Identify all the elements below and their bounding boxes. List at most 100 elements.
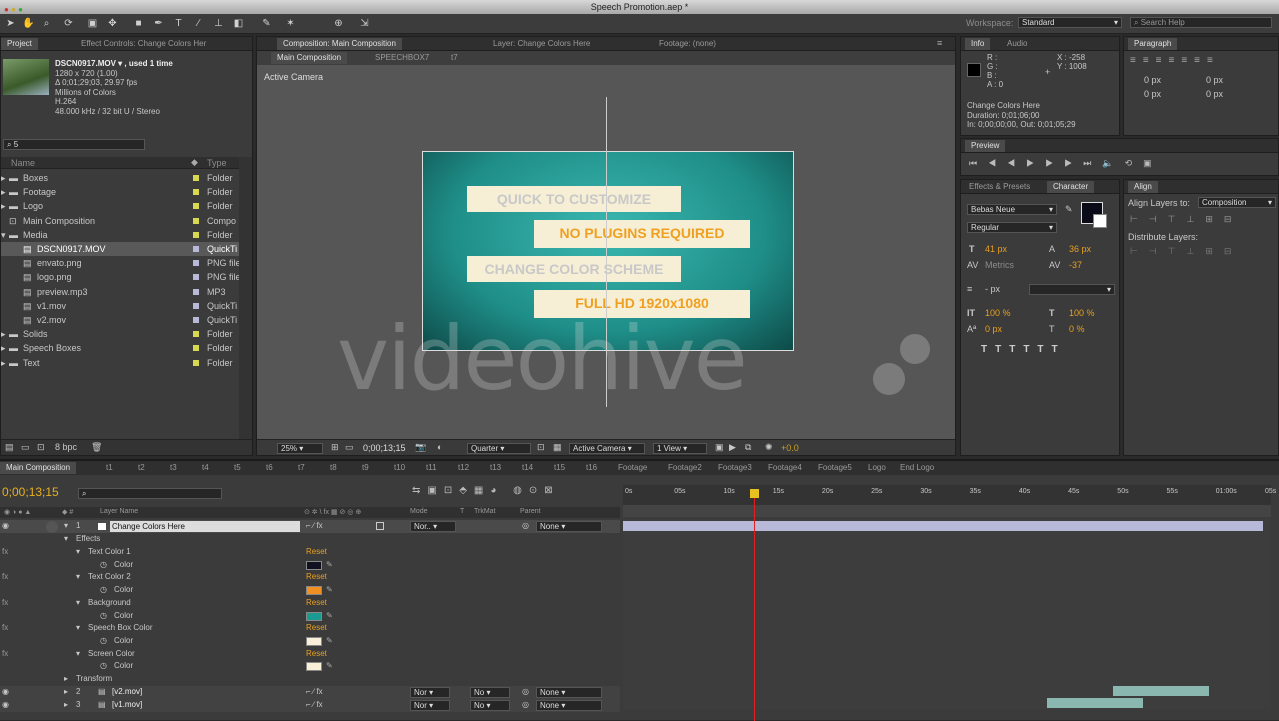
prev-frame-icon[interactable]: ◀◀: [988, 158, 1026, 168]
snap-icon[interactable]: ⇲: [358, 17, 371, 30]
eyedropper-icon[interactable]: ✎: [326, 559, 333, 572]
project-item[interactable]: ▸ ▬ Speech Boxes Folder: [1, 341, 239, 355]
twirl-icon[interactable]: ▾: [76, 546, 80, 559]
tab-character[interactable]: Character: [1047, 181, 1095, 193]
layer-parent-select[interactable]: None ▾: [536, 687, 602, 698]
label-color-swatch[interactable]: [193, 231, 199, 238]
label-color-swatch[interactable]: [193, 317, 199, 323]
stopwatch-icon[interactable]: ◷: [100, 610, 107, 623]
panel-menu-icon[interactable]: ≡: [937, 38, 942, 48]
timeline-tab[interactable]: t6: [260, 462, 279, 474]
color-property-row[interactable]: ◷ Color ✎: [0, 635, 620, 648]
playhead-handle-icon[interactable]: [750, 489, 759, 498]
label-color-swatch[interactable]: [193, 331, 199, 338]
label-color-swatch[interactable]: [193, 175, 199, 181]
align-buttons[interactable]: ⊢⊣⊤⊥⊞⊟: [1130, 214, 1242, 225]
search-help-input[interactable]: ⌕ Search Help: [1130, 17, 1272, 28]
project-item[interactable]: ▤ v1.mov QuickTi: [1, 299, 239, 313]
timeline-tab[interactable]: Footage3: [712, 462, 758, 474]
timeline-tab[interactable]: Footage4: [762, 462, 808, 474]
tracking-value[interactable]: -37: [1069, 260, 1082, 270]
kerning-value[interactable]: Metrics: [985, 260, 1014, 270]
effects-row[interactable]: ▾ Effects: [0, 533, 620, 546]
parent-pickwhip-icon[interactable]: ◎: [522, 520, 529, 533]
last-frame-icon[interactable]: ⏭: [1083, 158, 1102, 168]
project-item[interactable]: ▸ ▬ Text Folder: [1, 356, 239, 370]
column-name[interactable]: Name: [11, 158, 35, 168]
effect-group-row[interactable]: fx ▾ Screen Color Reset: [0, 648, 620, 661]
timeline-tab[interactable]: t3: [164, 462, 183, 474]
rotate-tool-icon[interactable]: ⟳: [62, 17, 75, 30]
eyedropper-icon[interactable]: ✎: [326, 635, 333, 648]
layer-name[interactable]: [v1.mov]: [112, 699, 142, 712]
tab-project[interactable]: Project: [1, 38, 38, 50]
type-tool-icon[interactable]: T: [172, 17, 185, 30]
timeline-tab[interactable]: t13: [484, 462, 507, 474]
column-layer-name[interactable]: Layer Name: [100, 508, 138, 515]
expand-icon[interactable]: ▾: [1, 228, 6, 242]
timeline-tab[interactable]: t15: [548, 462, 571, 474]
tab-effects-presets[interactable]: Effects & Presets: [963, 181, 1036, 193]
align-target-select[interactable]: Composition ▾: [1198, 197, 1276, 208]
tab-paragraph[interactable]: Paragraph: [1128, 38, 1178, 50]
ram-preview-icon[interactable]: ▣: [1143, 158, 1163, 168]
hand-tool-icon[interactable]: ✋: [22, 17, 35, 30]
reset-link[interactable]: Reset: [306, 546, 327, 559]
layer-trkmat-select[interactable]: No ▾: [470, 700, 510, 711]
parent-pickwhip-icon[interactable]: ◎: [522, 699, 529, 712]
playhead[interactable]: [754, 489, 755, 721]
layer-solo-button[interactable]: [46, 521, 58, 533]
label-color-swatch[interactable]: [193, 302, 199, 309]
region-of-interest-icon[interactable]: ⊡: [537, 442, 545, 453]
breadcrumb-main-composition[interactable]: Main Composition: [271, 52, 348, 64]
timeline-tab[interactable]: t2: [132, 462, 151, 474]
fx-icon[interactable]: fx: [2, 571, 8, 584]
pen-tool-icon[interactable]: ✒: [152, 17, 165, 30]
project-item[interactable]: ⊡ Main Composition Compo: [1, 214, 239, 228]
layer-switches[interactable]: ⌐ ∕ fx: [306, 686, 323, 699]
new-folder-icon[interactable]: ▭: [21, 442, 30, 453]
timeline-switches[interactable]: ⇆▣⊡⬘▦◕ ◍⊙⊠: [412, 485, 560, 496]
parent-pickwhip-icon[interactable]: ◎: [522, 686, 529, 699]
timeline-tab[interactable]: Footage: [612, 462, 653, 474]
project-item[interactable]: ▾ ▬ Media Folder: [1, 228, 239, 242]
timeline-tab[interactable]: End Logo: [894, 462, 940, 474]
label-color-swatch[interactable]: [193, 359, 199, 366]
label-color-swatch[interactable]: [193, 288, 199, 295]
layer-name-field[interactable]: Change Colors Here: [110, 521, 300, 532]
clone-tool-icon[interactable]: ⊥: [212, 17, 225, 30]
stopwatch-icon[interactable]: ◷: [100, 635, 107, 648]
color-property-row[interactable]: ◷ Color ✎: [0, 584, 620, 597]
fx-icon[interactable]: fx: [2, 546, 8, 559]
layer-trkmat-select[interactable]: No ▾: [470, 687, 510, 698]
layer-mode-select[interactable]: Nor ▾: [410, 700, 450, 711]
horizontal-scale-value[interactable]: 100 %: [1069, 308, 1095, 318]
project-item[interactable]: ▤ logo.png PNG file: [1, 270, 241, 284]
eyedropper-icon[interactable]: ✎: [326, 584, 333, 597]
timeline-tab[interactable]: t14: [516, 462, 539, 474]
project-search-input[interactable]: ⌕ 5: [3, 139, 145, 150]
color-swatch[interactable]: [306, 636, 322, 646]
local-axis-icon[interactable]: ⊕: [332, 17, 345, 30]
project-item[interactable]: ▸ ▬ Logo Folder: [1, 199, 239, 213]
space-after-value[interactable]: 0 px: [1206, 89, 1223, 99]
twirl-icon[interactable]: ▾: [64, 520, 68, 533]
mask-tool-icon[interactable]: ■: [132, 17, 145, 30]
tab-composition[interactable]: Composition: Main Composition: [277, 38, 402, 50]
visibility-icon[interactable]: ◉: [2, 686, 9, 699]
expand-icon[interactable]: ▸: [1, 199, 6, 213]
layer-duration-bar[interactable]: [1113, 686, 1209, 696]
transparency-grid-icon[interactable]: ▦: [553, 442, 562, 453]
label-color-swatch[interactable]: [193, 203, 199, 210]
fx-icon[interactable]: fx: [2, 597, 8, 610]
twirl-icon[interactable]: ▾: [76, 597, 80, 610]
layer-row[interactable]: ◉ ▸ 3 ▤ [v1.mov] ⌐ ∕ fx Nor ▾ No ▾ ◎ Non…: [0, 699, 620, 712]
expand-icon[interactable]: ▸: [1, 341, 6, 355]
fx-icon[interactable]: fx: [2, 648, 8, 661]
flowchart-icon[interactable]: ⧉: [745, 442, 751, 453]
twirl-icon[interactable]: ▾: [76, 622, 80, 635]
pan-behind-tool-icon[interactable]: ✥: [106, 17, 119, 30]
tab-align[interactable]: Align: [1128, 181, 1158, 193]
timeline-tab[interactable]: t1: [100, 462, 119, 474]
project-item[interactable]: ▸ ▬ Boxes Folder: [1, 171, 239, 185]
